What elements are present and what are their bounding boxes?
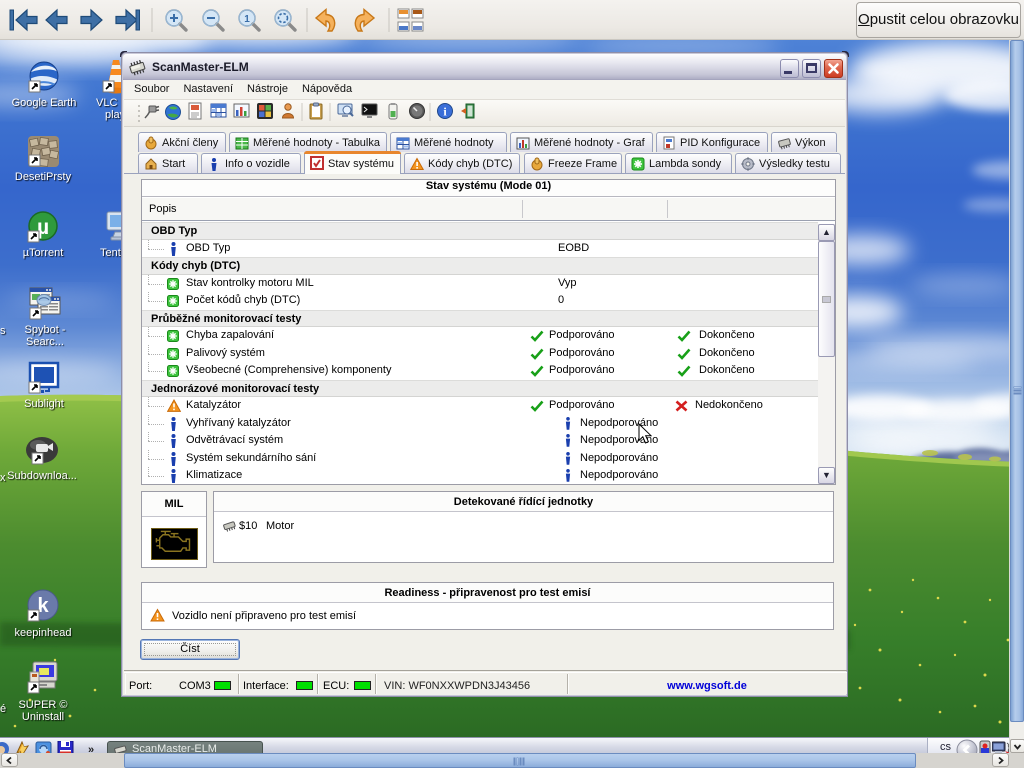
svg-text:1: 1	[244, 14, 250, 25]
